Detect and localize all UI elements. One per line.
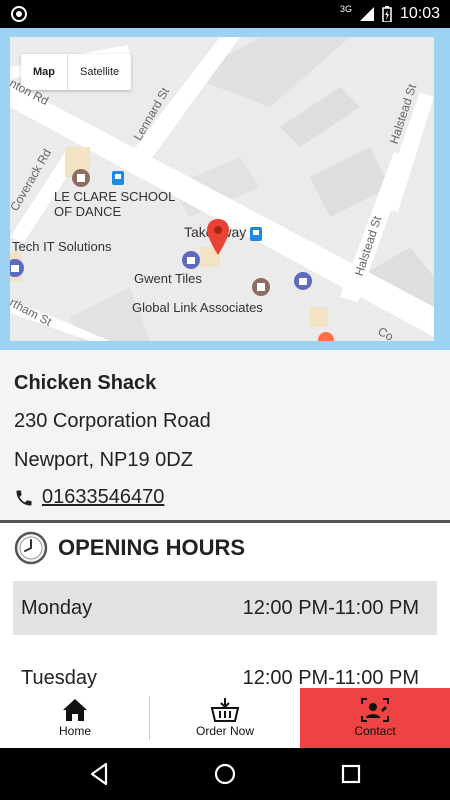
map-view[interactable]: Map Satellite nton Rd Lennard St Halstea… [10, 37, 434, 341]
nav-order-now[interactable]: Order Now [150, 688, 300, 748]
map-type-satellite-button[interactable]: Satellite [68, 54, 131, 90]
bottom-navigation: Home Order Now Contact [0, 688, 450, 748]
network-type: 3G [339, 4, 352, 14]
phone-row: 01633546470 [14, 486, 164, 509]
basket-icon [211, 698, 239, 722]
opening-hours-title: OPENING HOURS [58, 535, 246, 560]
location-marker-icon[interactable] [207, 219, 229, 255]
address-line-1: 230 Corporation Road [14, 410, 211, 432]
hours-day: Monday [21, 596, 93, 619]
nav-home-label: Home [58, 724, 91, 738]
poi-shop-icon [294, 272, 312, 290]
map-type-toggle: Map Satellite [21, 54, 132, 90]
status-bar: 3G 10:03 [0, 0, 450, 28]
nav-order-now-label: Order Now [195, 724, 254, 738]
address-line-2: Newport, NP19 0DZ [14, 449, 193, 471]
nav-contact-label: Contact [354, 724, 396, 738]
section-divider [0, 520, 450, 523]
hours-time: 12:00 PM-11:00 PM [242, 666, 419, 689]
camera-notification-icon [11, 6, 27, 22]
home-circle-icon[interactable] [212, 761, 238, 787]
hours-time: 12:00 PM-11:00 PM [242, 596, 419, 619]
map-container: Map Satellite nton Rd Lennard St Halstea… [0, 28, 450, 350]
poi-shop-icon [182, 251, 200, 269]
recents-icon[interactable] [338, 761, 364, 787]
bus-stop-icon [112, 171, 124, 185]
poi-office-icon [252, 278, 270, 296]
poi-food-icon [318, 332, 334, 341]
clock-icon [14, 531, 48, 565]
bus-stop-icon [250, 227, 262, 241]
phone-icon [16, 490, 32, 505]
shop-info: Chicken Shack 230 Corporation Road Newpo… [0, 350, 450, 520]
back-icon[interactable] [86, 761, 112, 787]
nav-home[interactable]: Home [0, 688, 150, 748]
contact-icon [361, 698, 389, 722]
place-label: Gwent Tiles [134, 271, 202, 286]
battery-icon [382, 6, 392, 22]
system-navigation-bar [0, 748, 450, 800]
clock: 10:03 [399, 5, 440, 22]
opening-hours-header: OPENING HOURS [14, 530, 245, 566]
home-icon [63, 699, 87, 721]
hours-day: Tuesday [21, 666, 97, 689]
place-label: LE CLARE SCHOOL OF DANCE [54, 189, 176, 219]
place-label: Global Link Associates [132, 300, 263, 315]
signal-icon [359, 7, 374, 21]
place-label: Tech IT Solutions [12, 239, 112, 254]
hours-row: Monday 12:00 PM-11:00 PM [13, 581, 437, 635]
poi-shop-icon [10, 259, 24, 277]
nav-contact[interactable]: Contact [300, 688, 450, 748]
shop-name: Chicken Shack [14, 372, 157, 394]
poi-school-icon [72, 169, 90, 187]
phone-link[interactable]: 01633546470 [42, 486, 164, 509]
